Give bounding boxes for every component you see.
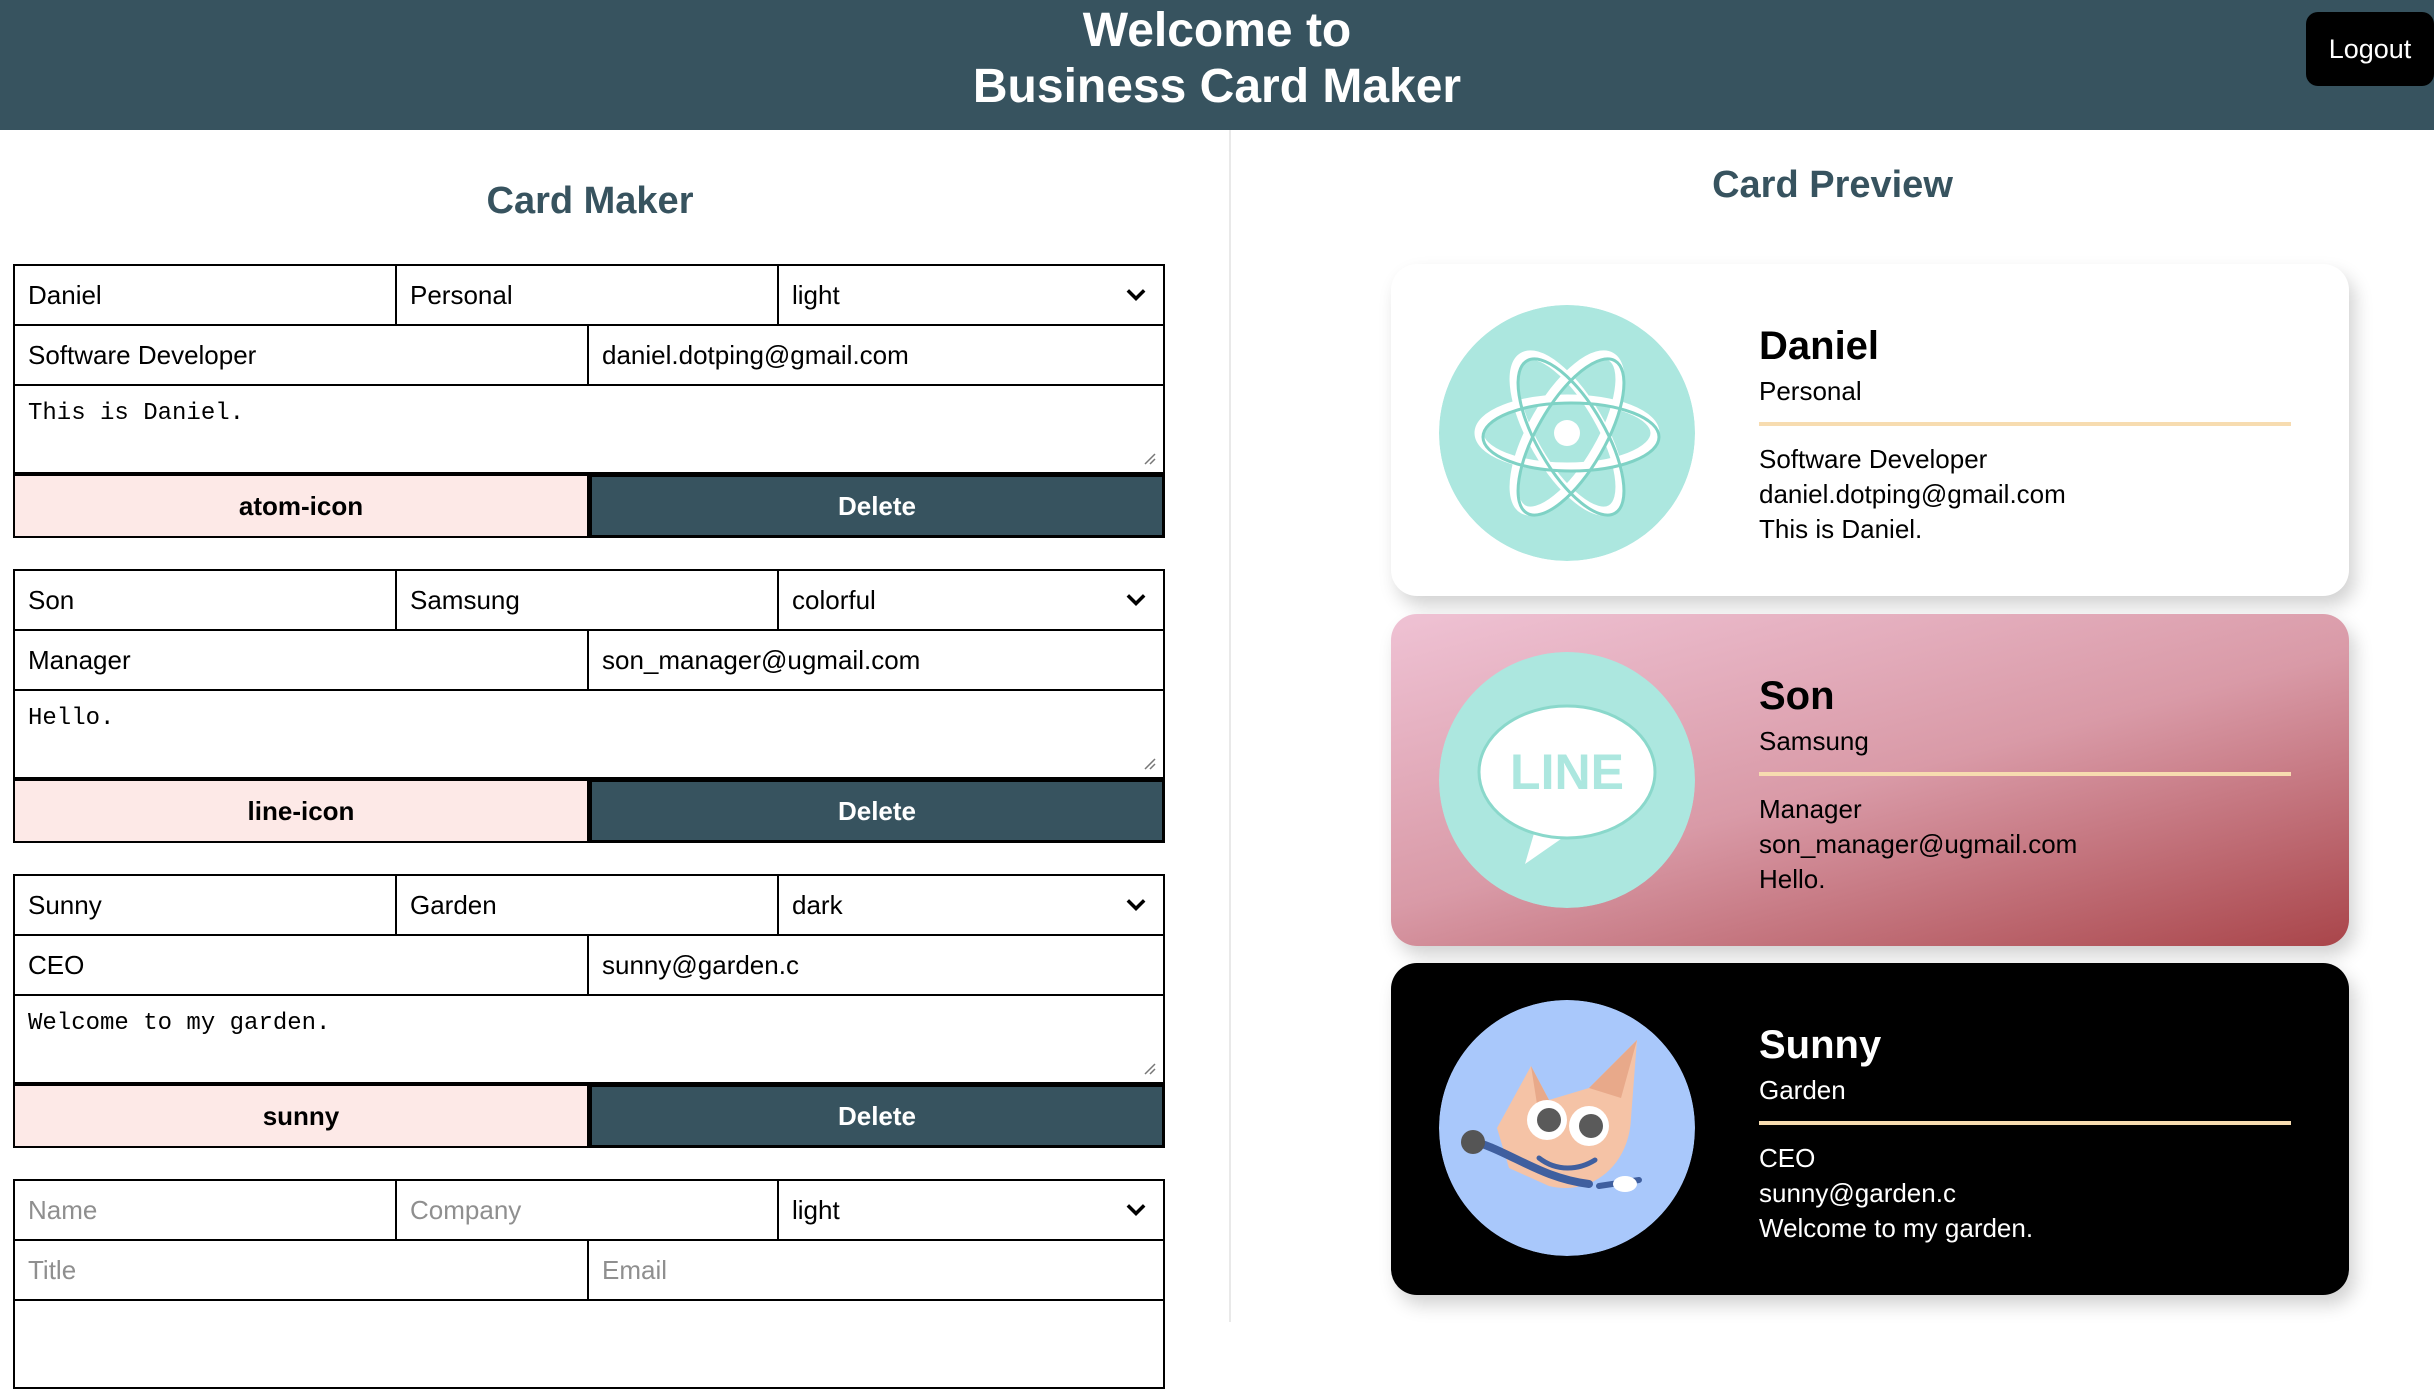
name-input[interactable] [13, 874, 397, 936]
card-maker-title: Card Maker [486, 180, 694, 222]
chevron-down-icon [1126, 594, 1146, 606]
card-company: Garden [1759, 1075, 1846, 1105]
new-theme-select[interactable]: light [777, 1179, 1165, 1241]
header-title-line1: Welcome to [1082, 4, 1352, 57]
delete-button[interactable]: Delete [589, 474, 1165, 538]
chevron-down-icon [1126, 899, 1146, 911]
message-textarea[interactable]: Welcome to my garden. [13, 994, 1165, 1084]
card-name: Son [1759, 674, 1835, 718]
card-editor-form: dark Welcome to my garden. sunny Delete [13, 874, 1165, 1148]
card-info: Son Samsung Manager son_manager@ugmail.c… [1759, 672, 2291, 897]
new-card-form: light [13, 1179, 1165, 1389]
card-message: This is Daniel. [1759, 514, 1923, 544]
resize-grip-icon[interactable] [1139, 753, 1157, 771]
new-company-input[interactable] [395, 1179, 779, 1241]
new-title-input[interactable] [13, 1239, 589, 1301]
theme-select-value: dark [792, 889, 843, 920]
card-email: sunny@garden.c [1759, 1178, 1956, 1208]
card-divider [1759, 772, 2291, 776]
theme-select-value: light [792, 1194, 840, 1225]
app-header: Welcome to Business Card Maker Logout [0, 0, 2434, 130]
message-text: Hello. [28, 705, 115, 732]
company-input[interactable] [395, 874, 779, 936]
preview-card: LINE Son Samsung Manager son_manager@ugm… [1391, 614, 2349, 946]
title-input[interactable] [13, 629, 589, 691]
name-input[interactable] [13, 569, 397, 631]
message-text: Welcome to my garden. [28, 1010, 331, 1037]
card-title: Software Developer [1759, 444, 1988, 474]
file-upload-button[interactable]: line-icon [13, 779, 589, 843]
theme-select[interactable]: dark [777, 874, 1165, 936]
card-info: Sunny Garden CEO sunny@garden.c Welcome … [1759, 1021, 2291, 1246]
card-title: CEO [1759, 1143, 1816, 1173]
message-text: This is Daniel. [28, 400, 245, 427]
preview-card: Sunny Garden CEO sunny@garden.c Welcome … [1391, 963, 2349, 1295]
line-icon: LINE [1439, 652, 1695, 908]
card-title: Manager [1759, 794, 1862, 824]
message-textarea[interactable]: Hello. [13, 689, 1165, 779]
resize-grip-icon[interactable] [1139, 448, 1157, 466]
company-input[interactable] [395, 569, 779, 631]
header-title-line2: Business Card Maker [972, 60, 1462, 113]
panel-divider [1229, 130, 1231, 1322]
atom-icon [1439, 305, 1695, 561]
card-info: Daniel Personal Software Developer danie… [1759, 322, 2291, 547]
card-company: Personal [1759, 376, 1862, 406]
new-email-input[interactable] [587, 1239, 1165, 1301]
card-message: Hello. [1759, 864, 1826, 894]
new-message-textarea[interactable] [13, 1299, 1165, 1389]
card-divider [1759, 1121, 2291, 1125]
card-editor-form: light This is Daniel. atom-icon Delete [13, 264, 1165, 538]
message-textarea[interactable]: This is Daniel. [13, 384, 1165, 474]
title-input[interactable] [13, 324, 589, 386]
delete-button[interactable]: Delete [589, 779, 1165, 843]
logout-button[interactable]: Logout [2306, 12, 2434, 86]
card-name: Sunny [1759, 1023, 1882, 1067]
chevron-down-icon [1126, 1204, 1146, 1216]
line-icon-text: LINE [1510, 744, 1624, 800]
card-message: Welcome to my garden. [1759, 1213, 2034, 1243]
email-input[interactable] [587, 324, 1165, 386]
preview-card: Daniel Personal Software Developer danie… [1391, 264, 2349, 596]
card-company: Samsung [1759, 726, 1869, 756]
file-upload-button[interactable]: atom-icon [13, 474, 589, 538]
company-input[interactable] [395, 264, 779, 326]
card-name: Daniel [1759, 324, 1880, 368]
email-input[interactable] [587, 629, 1165, 691]
card-preview-title: Card Preview [1712, 164, 1953, 206]
theme-select[interactable]: colorful [777, 569, 1165, 631]
theme-select-value: colorful [792, 584, 876, 615]
new-name-input[interactable] [13, 1179, 397, 1241]
resize-grip-icon[interactable] [1139, 1058, 1157, 1076]
name-input[interactable] [13, 264, 397, 326]
card-divider [1759, 422, 2291, 426]
title-input[interactable] [13, 934, 589, 996]
theme-select-value: light [792, 279, 840, 310]
theme-select[interactable]: light [777, 264, 1165, 326]
fox-mascot-icon [1439, 1000, 1695, 1256]
chevron-down-icon [1126, 289, 1146, 301]
delete-button[interactable]: Delete [589, 1084, 1165, 1148]
card-email: son_manager@ugmail.com [1759, 829, 2078, 859]
email-input[interactable] [587, 934, 1165, 996]
file-upload-button[interactable]: sunny [13, 1084, 589, 1148]
card-editor-form: colorful Hello. line-icon Delete [13, 569, 1165, 843]
card-email: daniel.dotping@gmail.com [1759, 479, 2066, 509]
